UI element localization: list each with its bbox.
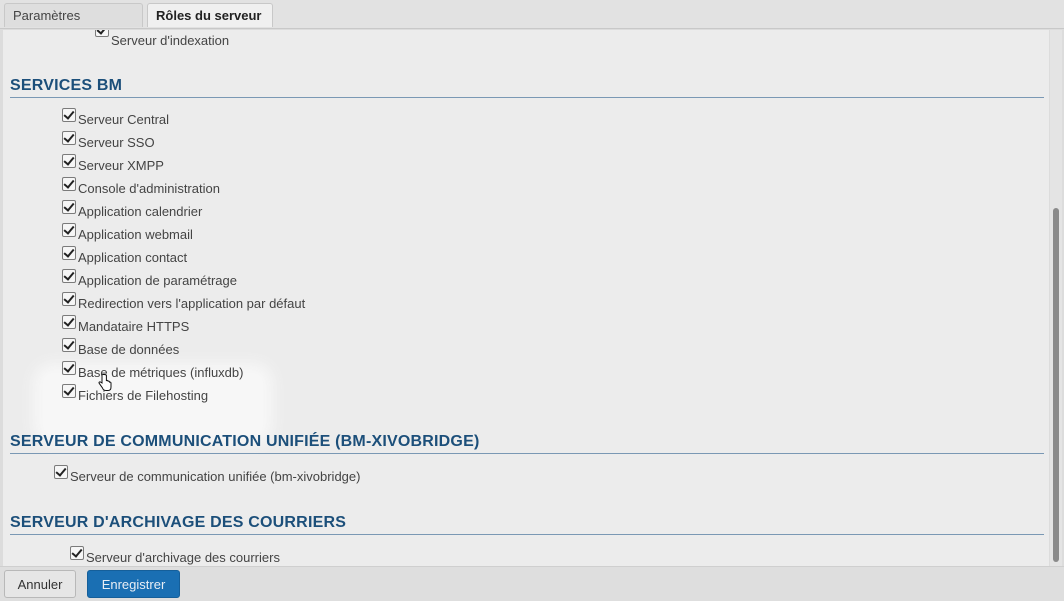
role-label: Base de données bbox=[78, 342, 180, 357]
checkbox-checked-icon[interactable] bbox=[62, 269, 76, 283]
role-label: Application de paramétrage bbox=[78, 273, 237, 288]
form-footer: Annuler Enregistrer bbox=[0, 566, 1064, 601]
tab-server-roles[interactable]: Rôles du serveur bbox=[147, 3, 273, 27]
scrollbar-thumb[interactable] bbox=[1053, 208, 1059, 562]
role-label: Serveur de communication unifiée (bm-xiv… bbox=[70, 469, 361, 484]
checkbox-checked-icon[interactable] bbox=[54, 465, 68, 479]
checkbox-checked-icon[interactable] bbox=[95, 30, 109, 37]
role-label: Serveur SSO bbox=[78, 135, 155, 150]
role-label: Serveur XMPP bbox=[78, 158, 164, 173]
save-button[interactable]: Enregistrer bbox=[87, 570, 180, 598]
checkbox-checked-icon[interactable] bbox=[62, 108, 76, 122]
checkbox-checked-icon[interactable] bbox=[62, 361, 76, 375]
role-label: Application contact bbox=[78, 250, 188, 265]
tab-basic-settings[interactable]: Paramètres basiques bbox=[4, 3, 143, 47]
tab-bar: Paramètres basiques Rôles du serveur bbox=[0, 0, 1064, 47]
checkbox-checked-icon[interactable] bbox=[62, 223, 76, 237]
section-title-bm-services: SERVICES BM bbox=[10, 77, 1044, 98]
role-label: Application webmail bbox=[78, 227, 193, 242]
checkbox-checked-icon[interactable] bbox=[62, 246, 76, 260]
checkbox-checked-icon[interactable] bbox=[62, 200, 76, 214]
checkbox-checked-icon[interactable] bbox=[62, 338, 76, 352]
checkbox-checked-icon[interactable] bbox=[62, 154, 76, 168]
cancel-button[interactable]: Annuler bbox=[4, 570, 76, 598]
role-label: Application calendrier bbox=[78, 204, 203, 219]
checkbox-checked-icon[interactable] bbox=[62, 384, 76, 398]
role-label: Mandataire HTTPS bbox=[78, 319, 190, 334]
role-label: Redirection vers l'application par défau… bbox=[78, 296, 306, 311]
section-title-mail-archiving: SERVEUR D'ARCHIVAGE DES COURRIERS bbox=[10, 514, 1044, 535]
role-label: Console d'administration bbox=[78, 181, 220, 196]
checkbox-checked-icon[interactable] bbox=[62, 177, 76, 191]
checkbox-checked-icon[interactable] bbox=[62, 292, 76, 306]
server-roles-panel: Serveur d'indexation SERVICES BM Serveur… bbox=[3, 30, 1049, 566]
checkbox-checked-icon[interactable] bbox=[62, 131, 76, 145]
checkbox-checked-icon[interactable] bbox=[62, 315, 76, 329]
role-label: Serveur Central bbox=[78, 112, 170, 127]
section-title-unified-communication: SERVEUR DE COMMUNICATION UNIFIÉE (BM-XIV… bbox=[10, 433, 1044, 454]
role-label: Serveur d'archivage des courriers bbox=[86, 550, 280, 565]
vertical-scrollbar[interactable] bbox=[1050, 30, 1062, 566]
role-label: Serveur d'indexation bbox=[111, 33, 230, 48]
checkbox-checked-icon[interactable] bbox=[70, 546, 84, 560]
hand-pointer-cursor-icon bbox=[98, 374, 112, 391]
